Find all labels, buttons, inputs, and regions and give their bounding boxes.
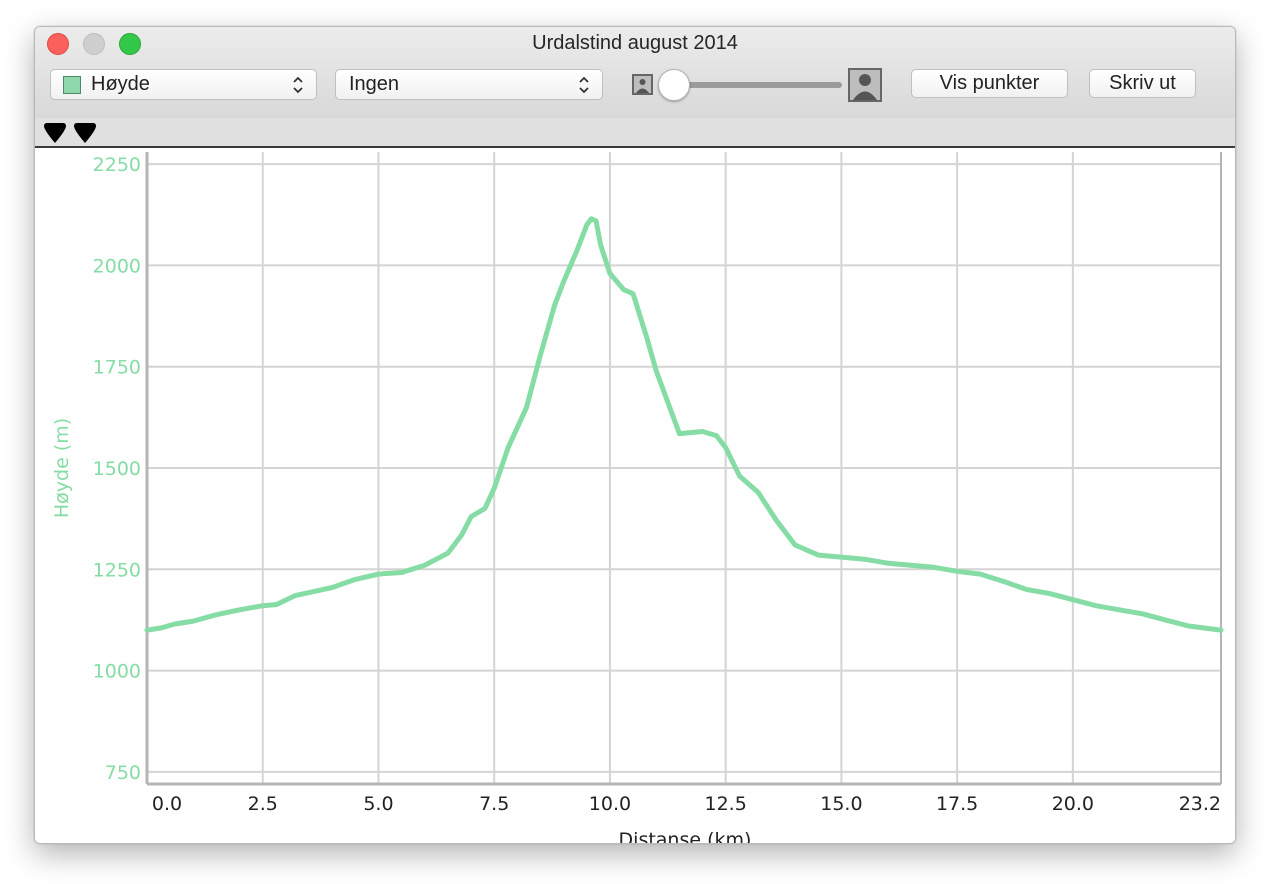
x-tick-label: 17.5 (936, 793, 978, 815)
window-title: Urdalstind august 2014 (532, 32, 738, 54)
person-photo-small-icon (632, 74, 653, 95)
person-photo-large-icon (848, 68, 882, 102)
y-tick-label: 2250 (93, 154, 141, 176)
series-color-swatch (63, 76, 81, 94)
chevron-updown-icon (293, 76, 303, 94)
chevron-updown-icon (579, 76, 589, 94)
series-select[interactable]: Høyde (50, 69, 317, 100)
x-axis-label: Distanse (km) (619, 829, 752, 843)
marker-pin-icon[interactable] (73, 123, 97, 143)
x-tick-label: 23.2 (1179, 793, 1221, 815)
app-window: Urdalstind august 2014 Høyde Ingen Vis p… (34, 26, 1236, 844)
marker-strip (35, 118, 1235, 148)
elevation-chart-svg: 750 1000 1250 1500 1750 2000 2250 0.0 2.5 5.0 7.5 1… (51, 152, 1224, 843)
second-series-select-value: Ingen (349, 73, 400, 95)
y-tick-label: 1250 (93, 559, 141, 581)
second-series-select[interactable]: Ingen (335, 69, 603, 100)
y-axis-label: Høyde (m) (51, 418, 73, 518)
photo-size-slider-knob[interactable] (658, 69, 690, 101)
x-tick-label: 12.5 (705, 793, 747, 815)
y-tick-label: 750 (105, 762, 141, 784)
x-tick-label: 0.0 (152, 793, 182, 815)
x-tick-label: 2.5 (248, 793, 278, 815)
x-tick-label: 5.0 (363, 793, 393, 815)
y-tick-label: 1500 (93, 458, 141, 480)
show-points-button[interactable]: Vis punkter (911, 69, 1068, 98)
elevation-chart[interactable]: 750 1000 1250 1500 1750 2000 2250 0.0 2.5 5.0 7.5 1… (35, 148, 1235, 843)
print-button[interactable]: Skriv ut (1089, 69, 1196, 98)
x-tick-label: 20.0 (1052, 793, 1094, 815)
y-tick-label: 1750 (93, 357, 141, 379)
series-select-value: Høyde (91, 73, 150, 95)
x-tick-label: 10.0 (589, 793, 631, 815)
title-bar: Urdalstind august 2014 Høyde Ingen Vis p… (35, 27, 1235, 119)
x-tick-label: 15.0 (820, 793, 862, 815)
photo-size-slider-track[interactable] (675, 82, 842, 88)
marker-pin-icon[interactable] (43, 123, 67, 143)
y-tick-label: 1000 (93, 661, 141, 683)
y-tick-label: 2000 (93, 255, 141, 277)
x-tick-label: 7.5 (479, 793, 509, 815)
